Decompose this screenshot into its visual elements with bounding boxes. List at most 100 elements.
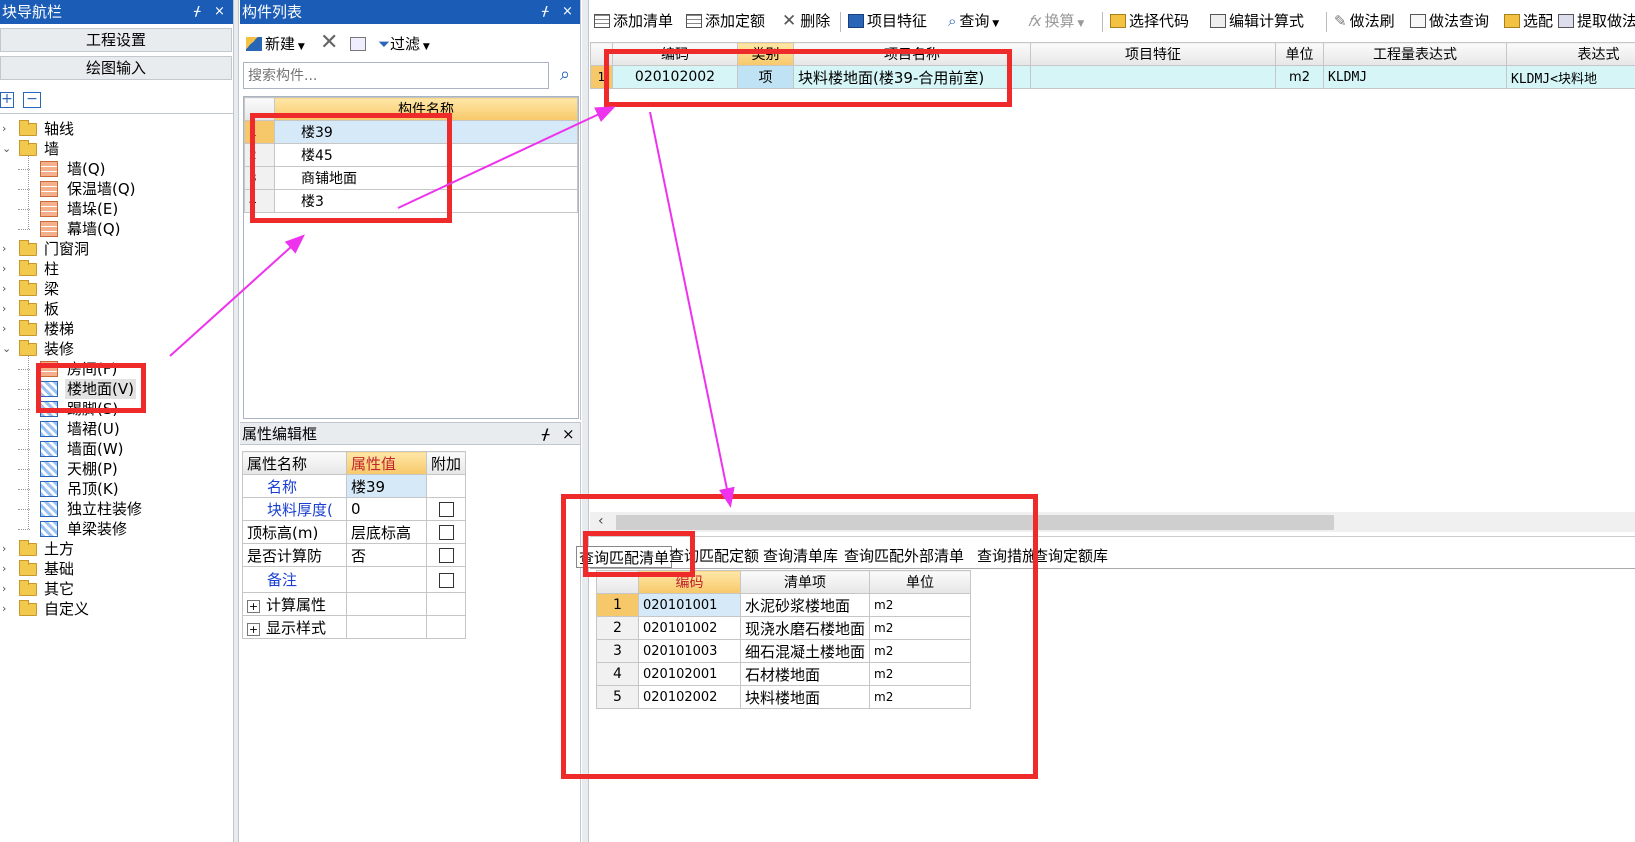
expand-plus-icon[interactable]: + bbox=[247, 622, 260, 636]
property-value[interactable]: 否 bbox=[346, 543, 427, 567]
property-value[interactable] bbox=[346, 566, 427, 593]
bill-name-cell[interactable]: 块料楼地面(楼39-合用前室) bbox=[793, 65, 1031, 89]
query-tab-1[interactable]: 查询匹配定额 bbox=[669, 545, 759, 567]
new-component-button[interactable]: 新建 ▼ bbox=[246, 29, 305, 59]
item-feature-button[interactable]: 项目特征 bbox=[848, 6, 927, 36]
property-row[interactable]: 名称 楼39 bbox=[242, 474, 467, 498]
query-row[interactable]: 5 020102002 块料楼地面 m2 bbox=[596, 685, 972, 709]
component-name-cell[interactable]: 楼3 bbox=[274, 189, 578, 213]
pin-icon[interactable]: ᚋ bbox=[194, 0, 200, 24]
query-unit-cell[interactable]: m2 bbox=[869, 593, 972, 617]
query-row[interactable]: 1 020101001 水泥砂浆楼地面 m2 bbox=[596, 593, 972, 617]
collapsed-chevron-icon[interactable]: › bbox=[2, 319, 12, 339]
query-button[interactable]: ⌕ 查询 ▼ bbox=[948, 6, 999, 36]
scrollbar-thumb[interactable] bbox=[616, 515, 1334, 530]
property-row[interactable]: + 计算属性 bbox=[242, 592, 467, 616]
property-value[interactable] bbox=[346, 615, 427, 639]
property-checkbox[interactable] bbox=[438, 525, 454, 540]
filter-button[interactable]: ⏷过滤 ▼ bbox=[378, 29, 430, 59]
property-value[interactable]: 楼39 bbox=[346, 474, 427, 498]
expand-plus-icon[interactable]: + bbox=[247, 599, 260, 613]
property-value[interactable]: 0 bbox=[346, 497, 427, 521]
component-row[interactable]: 2 楼45 bbox=[244, 143, 578, 167]
search-icon[interactable]: ⌕ bbox=[554, 64, 576, 86]
collapsed-chevron-icon[interactable]: › bbox=[2, 299, 12, 319]
collapsed-chevron-icon[interactable]: › bbox=[2, 539, 12, 559]
query-tab-2[interactable]: 查询清单库 bbox=[763, 545, 838, 567]
component-name-cell[interactable]: 商铺地面 bbox=[274, 166, 578, 190]
query-code-cell[interactable]: 020101002 bbox=[638, 616, 741, 640]
query-tab-4[interactable]: 查询措施 bbox=[977, 545, 1037, 567]
pin-icon[interactable]: ᚋ bbox=[542, 0, 548, 24]
component-name-cell[interactable]: 楼39 bbox=[274, 120, 578, 144]
collapsed-chevron-icon[interactable]: › bbox=[2, 559, 12, 579]
query-unit-cell[interactable]: m2 bbox=[869, 616, 972, 640]
property-checkbox[interactable] bbox=[438, 548, 454, 563]
splitter[interactable] bbox=[582, 0, 589, 842]
select-code-button[interactable]: 选择代码 bbox=[1110, 6, 1189, 36]
query-code-cell[interactable]: 020102002 bbox=[638, 685, 741, 709]
method-query-button[interactable]: 做法查询 bbox=[1410, 6, 1489, 36]
add-list-button[interactable]: 添加清单 bbox=[594, 6, 673, 36]
delete-button[interactable]: ✕ 删除 bbox=[782, 6, 830, 36]
query-unit-cell[interactable]: m2 bbox=[869, 662, 972, 686]
query-item-cell[interactable]: 块料楼地面 bbox=[739, 685, 871, 709]
drawing-input-button[interactable]: 绘图输入 bbox=[0, 56, 232, 80]
expanded-chevron-icon[interactable]: ⌄ bbox=[2, 139, 12, 159]
property-checkbox[interactable] bbox=[438, 502, 454, 517]
property-value[interactable] bbox=[346, 592, 427, 616]
add-quota-button[interactable]: 添加定额 bbox=[686, 6, 765, 36]
select-match-button[interactable]: 选配 bbox=[1504, 6, 1553, 36]
query-code-cell[interactable]: 020101001 bbox=[638, 593, 741, 617]
component-name-cell[interactable]: 楼45 bbox=[274, 143, 578, 167]
expanded-chevron-icon[interactable]: ⌄ bbox=[2, 339, 12, 359]
query-tab-3[interactable]: 查询匹配外部清单 bbox=[844, 545, 964, 567]
property-row[interactable]: 块料厚度(0 bbox=[242, 497, 467, 521]
property-row[interactable]: 顶标高(m) 层底标高 bbox=[242, 520, 467, 544]
extract-method-button[interactable]: 提取做法 bbox=[1558, 6, 1635, 36]
delete-component-icon[interactable]: ✕ bbox=[320, 28, 338, 58]
collapsed-chevron-icon[interactable]: › bbox=[2, 119, 12, 139]
property-row[interactable]: + 显示样式 bbox=[242, 615, 467, 639]
query-row[interactable]: 2 020101002 现浇水磨石楼地面 m2 bbox=[596, 616, 972, 640]
bill-unit-cell[interactable]: m2 bbox=[1275, 65, 1324, 89]
property-row[interactable]: 是否计算防否 bbox=[242, 543, 467, 567]
project-settings-button[interactable]: 工程设置 bbox=[0, 28, 232, 52]
component-row[interactable]: 4 楼3 bbox=[244, 189, 578, 213]
collapse-all-icon[interactable]: − bbox=[23, 92, 41, 108]
scroll-left-icon[interactable]: ‹ bbox=[598, 513, 604, 529]
splitter[interactable] bbox=[233, 0, 239, 842]
query-row[interactable]: 4 020102001 石材楼地面 m2 bbox=[596, 662, 972, 686]
horizontal-scrollbar[interactable]: ‹ bbox=[590, 512, 1635, 532]
component-row[interactable]: 1 楼39 bbox=[244, 120, 578, 144]
close-icon[interactable]: × bbox=[214, 0, 225, 24]
expand-all-icon[interactable]: + bbox=[0, 92, 14, 108]
query-code-cell[interactable]: 020101003 bbox=[638, 639, 741, 663]
pin-icon[interactable]: ᚋ bbox=[542, 423, 549, 445]
query-item-cell[interactable]: 水泥砂浆楼地面 bbox=[739, 593, 871, 617]
method-brush-button[interactable]: ✎ 做法刷 bbox=[1334, 6, 1395, 36]
query-code-cell[interactable]: 020102001 bbox=[638, 662, 741, 686]
collapsed-chevron-icon[interactable]: › bbox=[2, 259, 12, 279]
query-item-cell[interactable]: 石材楼地面 bbox=[739, 662, 871, 686]
property-value[interactable]: 层底标高 bbox=[346, 520, 427, 544]
query-tab-5[interactable]: 查询定额库 bbox=[1033, 545, 1108, 567]
property-checkbox[interactable] bbox=[438, 572, 454, 588]
convert-button[interactable]: 𝑓x 换算 ▼ bbox=[1028, 6, 1084, 36]
bill-formula-cell[interactable]: KLDMJ bbox=[1323, 65, 1507, 89]
query-item-cell[interactable]: 现浇水磨石楼地面 bbox=[739, 616, 871, 640]
bill-row[interactable]: 1 020102002 项 块料楼地面(楼39-合用前室) m2 KLDMJ K… bbox=[590, 65, 1635, 89]
bill-type-cell[interactable]: 项 bbox=[737, 65, 794, 89]
component-row[interactable]: 3 商铺地面 bbox=[244, 166, 578, 190]
component-search-input[interactable] bbox=[243, 62, 549, 89]
bill-code-cell[interactable]: 020102002 bbox=[612, 65, 738, 89]
collapsed-chevron-icon[interactable]: › bbox=[2, 279, 12, 299]
bill-feature-cell[interactable] bbox=[1030, 65, 1276, 89]
query-unit-cell[interactable]: m2 bbox=[869, 685, 972, 709]
query-tab-0[interactable]: 查询匹配清单 bbox=[576, 546, 673, 568]
close-icon[interactable]: × bbox=[562, 423, 575, 445]
query-row[interactable]: 3 020101003 细石混凝土楼地面 m2 bbox=[596, 639, 972, 663]
edit-formula-button[interactable]: 编辑计算式 bbox=[1210, 6, 1304, 36]
property-row[interactable]: 备注 bbox=[242, 566, 467, 593]
collapsed-chevron-icon[interactable]: › bbox=[2, 579, 12, 599]
